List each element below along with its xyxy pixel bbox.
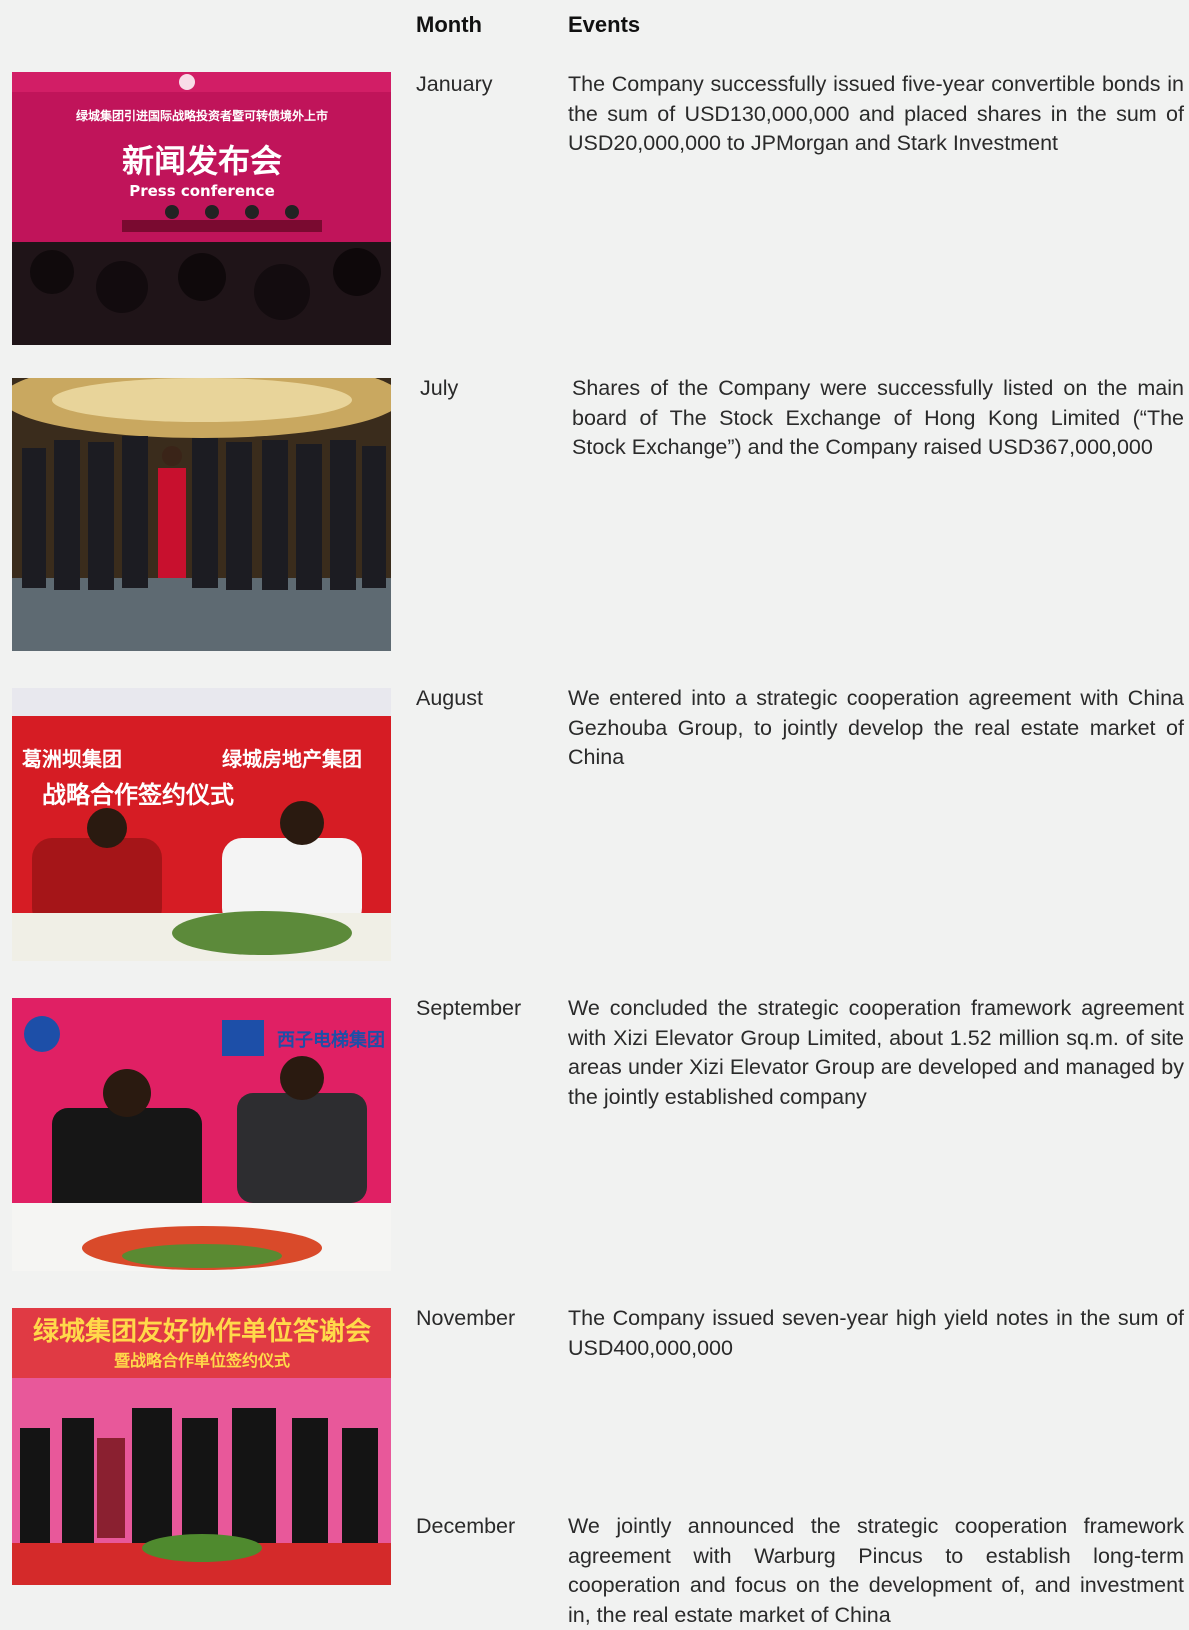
row-july-month: July	[420, 376, 459, 400]
photo-gezhouba-signing: 葛洲坝集团 绿城房地产集团 战略合作签约仪式	[12, 688, 391, 961]
row-january-month: January	[416, 72, 493, 96]
gezhouba-banner-right: 绿城房地产集团	[222, 747, 362, 771]
row-september-event: We concluded the strategic cooperation f…	[568, 996, 1184, 1109]
press-headline: 新闻发布会	[122, 142, 282, 180]
partners-banner: 绿城集团友好协作单位答谢会	[33, 1316, 371, 1347]
photo-press-conference: 绿城集团引进国际战略投资者暨可转债境外上市 新闻发布会 Press confer…	[12, 72, 391, 345]
gezhouba-banner-line2: 战略合作签约仪式	[42, 781, 234, 809]
row-january-event: The Company successfully issued five-yea…	[568, 72, 1184, 155]
photo-xizi-signing: 西子电梯集团	[12, 998, 391, 1271]
row-december-month: December	[416, 1514, 516, 1538]
partners-banner-line2: 暨战略合作单位签约仪式	[114, 1351, 290, 1370]
header-events: Events	[568, 12, 641, 37]
xizi-banner-right: 西子电梯集团	[277, 1029, 385, 1051]
row-december-event: We jointly announced the strategic coope…	[568, 1514, 1184, 1627]
press-banner: 绿城集团引进国际战略投资者暨可转债境外上市	[76, 108, 328, 123]
photo-partners-ceremony: 绿城集团友好协作单位答谢会 暨战略合作单位签约仪式	[12, 1308, 391, 1585]
gezhouba-banner-left: 葛洲坝集团	[21, 747, 122, 771]
row-november-month: November	[416, 1306, 516, 1330]
header-month: Month	[416, 12, 482, 37]
photo-listing-ceremony	[12, 378, 391, 651]
row-september-month: September	[416, 996, 522, 1020]
row-july-event: Shares of the Company were successfully …	[572, 376, 1184, 459]
row-august-month: August	[416, 686, 483, 710]
press-subline: Press conference	[129, 182, 275, 200]
row-august-event: We entered into a strategic cooperation …	[568, 686, 1184, 769]
row-november-event: The Company issued seven-year high yield…	[568, 1306, 1184, 1360]
